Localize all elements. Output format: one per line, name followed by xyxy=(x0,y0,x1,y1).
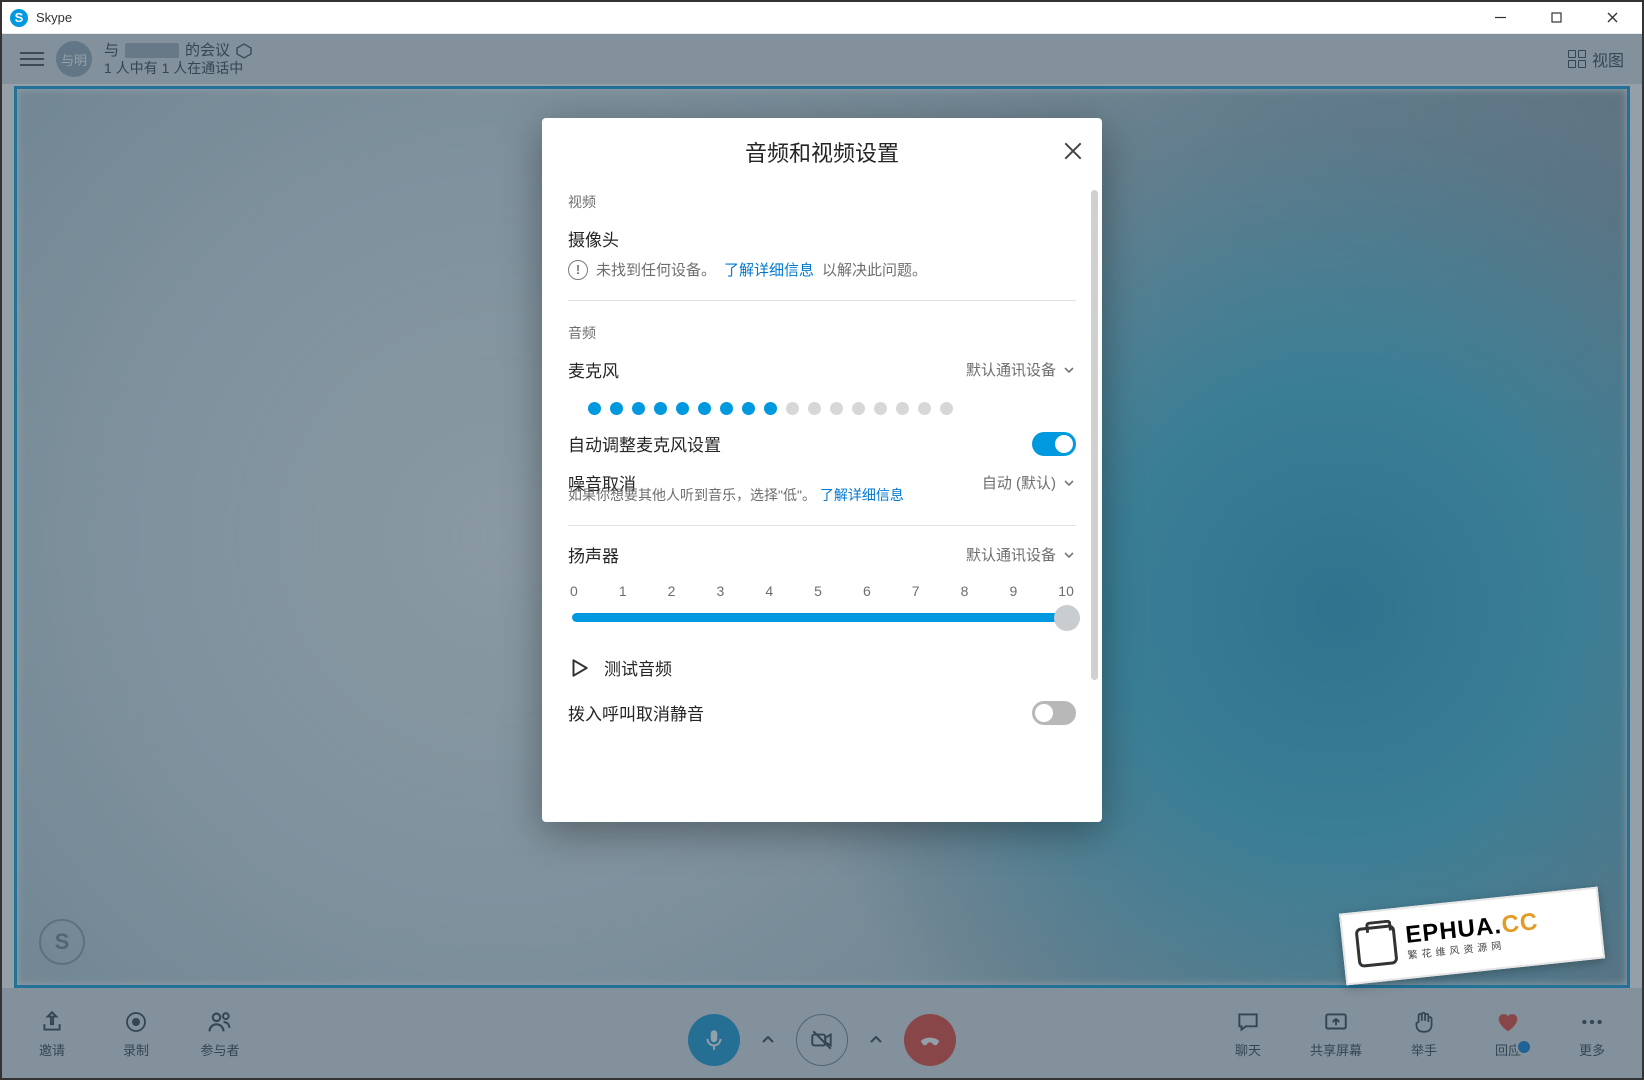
mic-level-dot xyxy=(676,402,689,415)
speaker-device-value: 默认通讯设备 xyxy=(966,544,1056,565)
close-window-button[interactable] xyxy=(1584,2,1640,34)
mic-level-dot xyxy=(742,402,755,415)
speaker-row[interactable]: 扬声器 默认通讯设备 xyxy=(568,542,1076,567)
volume-tick: 8 xyxy=(961,583,969,599)
auto-mic-row: 自动调整麦克风设置 xyxy=(568,431,1076,456)
microphone-label: 麦克风 xyxy=(568,357,619,382)
auto-mic-toggle[interactable] xyxy=(1032,432,1076,456)
maximize-button[interactable] xyxy=(1528,2,1584,34)
mic-level-indicator xyxy=(588,402,1076,415)
noise-learn-more-link[interactable]: 了解详细信息 xyxy=(820,487,904,503)
briefcase-icon xyxy=(1355,924,1399,968)
mic-level-dot xyxy=(720,402,733,415)
audio-section-label: 音频 xyxy=(568,323,1076,343)
volume-slider[interactable] xyxy=(568,603,1076,633)
skype-logo-icon: S xyxy=(10,9,28,27)
mic-level-dot xyxy=(698,402,711,415)
volume-tick: 10 xyxy=(1058,583,1074,599)
slider-track xyxy=(572,613,1072,622)
chevron-down-icon xyxy=(1062,548,1076,562)
noise-cancel-value: 自动 (默认) xyxy=(982,472,1056,493)
app-name: Skype xyxy=(36,10,72,25)
minimize-button[interactable] xyxy=(1472,2,1528,34)
volume-tick: 5 xyxy=(814,583,822,599)
volume-tick: 4 xyxy=(765,583,773,599)
divider xyxy=(568,300,1076,301)
microphone-row[interactable]: 麦克风 默认通讯设备 xyxy=(568,357,1076,382)
scrollbar[interactable] xyxy=(1091,190,1098,680)
camera-label: 摄像头 xyxy=(568,226,619,251)
volume-tick: 1 xyxy=(619,583,627,599)
titlebar: S Skype xyxy=(2,2,1642,34)
speaker-label: 扬声器 xyxy=(568,542,619,567)
volume-tick: 9 xyxy=(1009,583,1017,599)
resolve-suffix: 以解决此问题。 xyxy=(822,259,927,280)
auto-mic-label: 自动调整麦克风设置 xyxy=(568,431,721,456)
noise-desc-text: 如果你想要其他人听到音乐，选择"低"。 xyxy=(568,487,816,503)
volume-tick: 0 xyxy=(570,583,578,599)
volume-tick: 7 xyxy=(912,583,920,599)
chevron-down-icon xyxy=(1062,363,1076,377)
mic-level-dot xyxy=(940,402,953,415)
mic-level-dot xyxy=(786,402,799,415)
mic-level-dot xyxy=(588,402,601,415)
close-dialog-button[interactable] xyxy=(1062,140,1084,162)
mic-level-dot xyxy=(808,402,821,415)
close-icon xyxy=(1062,140,1084,162)
chevron-down-icon xyxy=(1062,476,1076,490)
no-device-text: 未找到任何设备。 xyxy=(596,259,716,280)
slider-thumb[interactable] xyxy=(1054,605,1080,631)
test-audio-button[interactable]: 测试音频 xyxy=(568,655,1076,680)
mic-device-value: 默认通讯设备 xyxy=(966,359,1056,380)
dialog-title: 音频和视频设置 xyxy=(745,136,899,168)
unmute-incoming-row: 拨入呼叫取消静音 xyxy=(568,700,1076,725)
play-icon xyxy=(568,657,590,679)
info-icon: ! xyxy=(568,260,588,280)
video-section-label: 视频 xyxy=(568,192,1076,212)
volume-tick: 3 xyxy=(716,583,724,599)
volume-tick: 6 xyxy=(863,583,871,599)
mic-level-dot xyxy=(654,402,667,415)
mic-level-dot xyxy=(852,402,865,415)
mic-level-dot xyxy=(632,402,645,415)
mic-level-dot xyxy=(764,402,777,415)
divider xyxy=(568,525,1076,526)
mic-level-dot xyxy=(610,402,623,415)
av-settings-dialog: 音频和视频设置 视频 摄像头 ! 未找到任何设备。 了解详细信息以解决此问题。 … xyxy=(542,118,1102,822)
test-audio-label: 测试音频 xyxy=(604,655,672,680)
no-camera-message: ! 未找到任何设备。 了解详细信息以解决此问题。 xyxy=(568,259,1076,280)
unmute-incoming-toggle[interactable] xyxy=(1032,701,1076,725)
unmute-incoming-label: 拨入呼叫取消静音 xyxy=(568,700,704,725)
volume-ticks: 0 1 2 3 4 5 6 7 8 9 10 xyxy=(568,583,1076,599)
mic-level-dot xyxy=(874,402,887,415)
mic-level-dot xyxy=(896,402,909,415)
mic-level-dot xyxy=(918,402,931,415)
learn-more-link[interactable]: 了解详细信息 xyxy=(724,259,814,280)
mic-level-dot xyxy=(830,402,843,415)
volume-tick: 2 xyxy=(668,583,676,599)
